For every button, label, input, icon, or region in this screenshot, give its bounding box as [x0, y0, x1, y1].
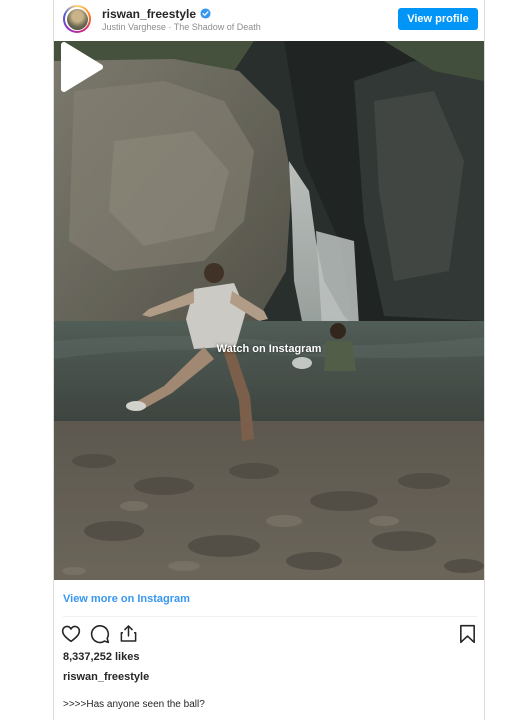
instagram-embed-card: riswan_freestyle Justin Varghese · The S… [53, 0, 485, 720]
post-header: riswan_freestyle Justin Varghese · The S… [54, 0, 486, 40]
username-link[interactable]: riswan_freestyle [102, 7, 196, 21]
view-profile-button[interactable]: View profile [398, 8, 478, 30]
avatar-image [66, 8, 88, 30]
video-thumbnail[interactable]: Watch on Instagram [54, 41, 484, 580]
likes-count[interactable]: 8,337,252 likes [63, 651, 139, 663]
comment-icon[interactable] [90, 624, 110, 644]
caption-text: >>>>Has anyone seen the ball? [63, 699, 205, 710]
avatar-ring [65, 7, 89, 31]
view-more-link[interactable]: View more on Instagram [63, 593, 190, 605]
divider [63, 616, 477, 617]
watch-on-instagram-label[interactable]: Watch on Instagram [54, 343, 484, 355]
verified-badge-icon [200, 8, 211, 19]
profile-avatar[interactable] [63, 5, 91, 33]
bookmark-icon[interactable] [459, 624, 476, 644]
caption-username[interactable]: riswan_freestyle [63, 671, 149, 683]
video-frame-image [54, 41, 484, 580]
play-icon[interactable] [54, 41, 106, 93]
share-icon[interactable] [119, 624, 138, 643]
audio-attribution[interactable]: Justin Varghese · The Shadow of Death [102, 22, 261, 32]
heart-icon[interactable] [61, 624, 81, 643]
